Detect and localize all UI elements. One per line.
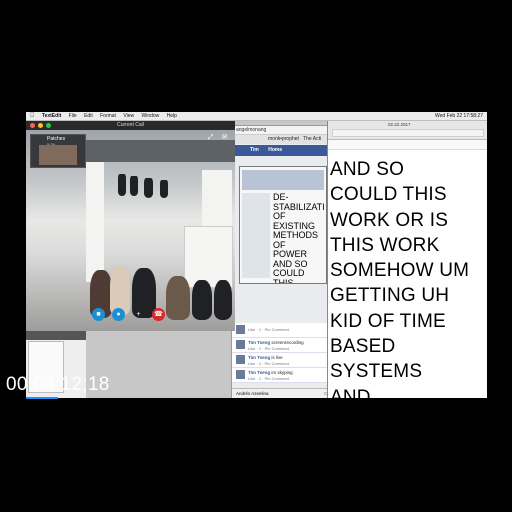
video-icon[interactable]: ■ — [92, 308, 105, 321]
ruler[interactable] — [328, 140, 487, 150]
minimize-icon[interactable] — [38, 123, 43, 128]
comment-text: is live — [271, 355, 283, 360]
menu-edit[interactable]: Edit — [84, 113, 93, 119]
textedit-window: 02.22.2017 AND SO COULD THIS WORK OR IS … — [327, 121, 487, 398]
format-controls[interactable] — [332, 129, 484, 137]
document-title: 02.22.2017 — [388, 122, 411, 127]
comment-meta[interactable]: Like · 1 · Pin Comment — [248, 376, 289, 381]
menu-view[interactable]: View — [123, 113, 134, 119]
nav-user[interactable]: Tim — [250, 147, 259, 153]
thumbnail-strip — [242, 170, 324, 190]
preview-sidebar — [242, 193, 270, 278]
hangup-icon[interactable]: ☎ — [152, 308, 165, 321]
tab-brand[interactable]: monk•prophet — [268, 136, 299, 142]
document-body[interactable]: AND SO COULD THIS WORK OR IS THIS WORK S… — [330, 157, 487, 398]
comment-author[interactable]: Tim Tseng — [248, 355, 270, 360]
participant-video — [39, 145, 77, 165]
avatar[interactable] — [236, 340, 245, 349]
mic-icon[interactable]: ● — [112, 308, 125, 321]
participant-tile[interactable]: Patches 5:29 — [30, 134, 86, 168]
person — [214, 280, 232, 320]
close-icon[interactable] — [30, 123, 35, 128]
menu-window[interactable]: Window — [141, 113, 159, 119]
person — [144, 178, 153, 198]
comment-text: im skyping — [271, 370, 293, 375]
comment-author[interactable]: Tim Tseng — [248, 340, 270, 345]
add-icon[interactable]: + — [132, 308, 145, 321]
call-sidebar: Patches 5:29 — [26, 130, 86, 331]
textedit-toolbar: 02.22.2017 — [328, 121, 487, 140]
window-title-bar — [26, 331, 86, 340]
nav-home[interactable]: Home — [268, 147, 282, 153]
video-call-window: Current Call Patches 5:29 ⤢ ✉ — [26, 121, 235, 331]
ceiling — [86, 140, 235, 162]
comment-text: screenrecording — [271, 340, 304, 345]
overlay-caption: DE- STABILIZATI OF EXISTING METHODS OF P… — [273, 192, 325, 284]
apple-icon[interactable]:  — [30, 113, 35, 119]
person — [130, 176, 138, 196]
avatar[interactable] — [236, 370, 245, 379]
chat-icon[interactable]: ✉ — [220, 133, 229, 142]
avatar[interactable] — [236, 325, 245, 334]
comment-meta[interactable]: Like · 1 · Pin Comment — [248, 361, 289, 366]
zoom-icon[interactable] — [46, 123, 51, 128]
menu-bar:  TextEdit File Edit Format View Window … — [26, 112, 487, 121]
expand-icon[interactable]: ⤢ — [206, 133, 215, 142]
desktop-screen:  TextEdit File Edit Format View Window … — [26, 112, 487, 398]
chat-contact[interactable]: Andrés Azeelina — [236, 389, 269, 398]
menu-file[interactable]: File — [69, 113, 77, 119]
person — [118, 174, 126, 196]
screen-share-preview: DE- STABILIZATI OF EXISTING METHODS OF P… — [239, 166, 327, 284]
call-title: Current Call — [117, 122, 144, 128]
comment-meta[interactable]: Like · 1 · Pin Comment — [248, 327, 289, 332]
menu-help[interactable]: Help — [167, 113, 177, 119]
playback-progress[interactable] — [26, 397, 58, 399]
menu-app-name[interactable]: TextEdit — [42, 113, 61, 119]
menu-clock[interactable]: Wed Feb 22 17:58:27 — [435, 112, 483, 120]
comment-meta[interactable]: Like · 1 · Pin Comment — [248, 346, 289, 351]
comment-author[interactable]: Tim Tseng — [248, 370, 270, 375]
call-title-bar: Current Call — [26, 121, 235, 130]
tab-title[interactable]: The Acti — [303, 136, 321, 142]
video-timecode: 00:04:12;18 — [6, 374, 110, 395]
wall — [86, 162, 104, 282]
person — [160, 180, 168, 198]
avatar[interactable] — [236, 355, 245, 364]
call-controls: ■ ● + ☎ — [92, 308, 172, 324]
projector-screen — [184, 226, 233, 288]
person — [192, 280, 212, 320]
menu-format[interactable]: Format — [100, 113, 116, 119]
